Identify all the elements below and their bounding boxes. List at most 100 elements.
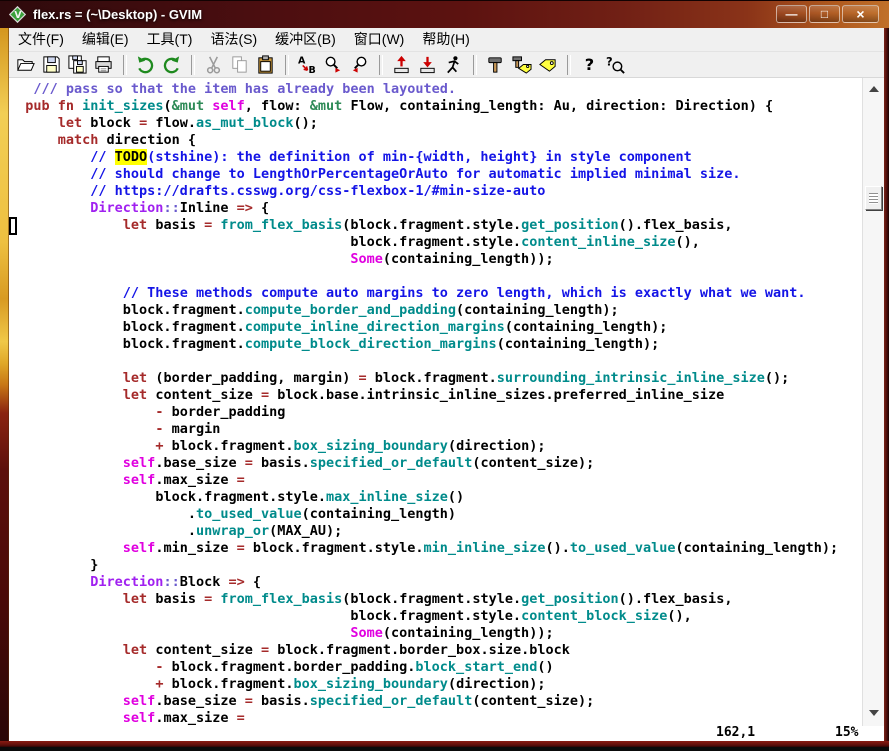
run-script-icon xyxy=(443,54,464,75)
text-editor[interactable]: /// pass so that the item has already be… xyxy=(9,78,884,726)
cut-icon xyxy=(203,54,224,75)
code-line: match direction { xyxy=(57,132,196,148)
save-all-icon xyxy=(67,54,88,75)
toolbar-separator xyxy=(567,54,571,75)
toolbar-separator xyxy=(285,54,289,75)
vim-logo-icon: V xyxy=(8,5,27,24)
make-icon xyxy=(485,54,506,75)
build-tags-button[interactable] xyxy=(510,53,534,77)
code-line: Some(containing_length)); xyxy=(350,625,554,641)
find-help-icon: ? xyxy=(605,54,626,75)
code-line: + block.fragment.box_sizing_boundary(dir… xyxy=(155,438,546,454)
code-line: self.max_size = xyxy=(122,472,245,488)
code-line: - block.fragment.border_padding.block_st… xyxy=(155,659,554,675)
command-line: 162,1 15% xyxy=(9,725,884,741)
help-icon: ? xyxy=(579,54,600,75)
code-line: block.fragment.style.max_inline_size() xyxy=(155,489,465,505)
load-session-icon xyxy=(391,54,412,75)
svg-text:?: ? xyxy=(606,54,613,68)
minimize-button[interactable]: — xyxy=(776,5,807,23)
paste-button[interactable] xyxy=(254,53,278,77)
code-line: .unwrap_or(MAX_AU); xyxy=(187,523,343,539)
svg-text:B: B xyxy=(308,65,315,75)
code-line: let basis = from_flex_basis(block.fragme… xyxy=(122,217,733,233)
window-controls: — □ × xyxy=(776,5,879,23)
code-area[interactable]: /// pass so that the item has already be… xyxy=(9,78,862,726)
copy-button[interactable] xyxy=(228,53,252,77)
code-line: // https://drafts.csswg.org/css-flexbox-… xyxy=(90,183,546,199)
code-line: self.max_size = xyxy=(122,710,245,726)
save-file-button[interactable] xyxy=(40,53,64,77)
find-help-button[interactable]: ? xyxy=(604,53,628,77)
help-button[interactable]: ? xyxy=(578,53,602,77)
find-next-button[interactable] xyxy=(322,53,346,77)
code-line: let block = flow.as_mut_block(); xyxy=(57,115,318,131)
svg-text:V: V xyxy=(14,10,22,21)
menu-item-tools[interactable]: 工具(T) xyxy=(138,28,202,51)
save-all-button[interactable] xyxy=(66,53,90,77)
code-line: + block.fragment.box_sizing_boundary(dir… xyxy=(155,676,546,692)
save-session-button[interactable] xyxy=(416,53,440,77)
find-prev-button[interactable] xyxy=(348,53,372,77)
redo-button[interactable] xyxy=(160,53,184,77)
menu-item-file[interactable]: 文件(F) xyxy=(9,28,73,51)
code-line: let (border_padding, margin) = block.fra… xyxy=(122,370,790,386)
menu-item-buffers[interactable]: 缓冲区(B) xyxy=(266,28,345,51)
find-prev-icon xyxy=(349,54,370,75)
menu-item-syntax[interactable]: 语法(S) xyxy=(201,28,266,51)
redo-icon xyxy=(161,54,182,75)
svg-text:A: A xyxy=(298,56,306,67)
menu-item-edit[interactable]: 编辑(E) xyxy=(73,28,138,51)
find-next-icon xyxy=(323,54,344,75)
toolbar-separator xyxy=(191,54,195,75)
toolbar-separator xyxy=(473,54,477,75)
window-title: flex.rs = (~\Desktop) - GVIM xyxy=(33,7,203,22)
code-line: self.min_size = block.fragment.style.min… xyxy=(122,540,839,556)
make-button[interactable] xyxy=(484,53,508,77)
load-session-button[interactable] xyxy=(390,53,414,77)
cut-button[interactable] xyxy=(202,53,226,77)
code-line: self.base_size = basis.specified_or_defa… xyxy=(122,455,595,471)
title-bar[interactable]: V flex.rs = (~\Desktop) - GVIM — □ × xyxy=(0,0,889,28)
run-script-button[interactable] xyxy=(442,53,466,77)
scrollbar-thumb[interactable] xyxy=(865,186,882,210)
code-line: // TODO(stshine): the definition of min-… xyxy=(90,149,692,165)
menu-item-window[interactable]: 窗口(W) xyxy=(345,28,414,51)
copy-icon xyxy=(229,54,250,75)
text-cursor xyxy=(9,217,17,235)
scroll-up-arrow-icon[interactable] xyxy=(869,86,879,92)
code-line: block.fragment.compute_border_and_paddin… xyxy=(122,302,619,318)
vertical-scrollbar[interactable] xyxy=(862,78,884,726)
window-border-left xyxy=(0,28,9,741)
maximize-button[interactable]: □ xyxy=(809,5,840,23)
scrollbar-grip-icon xyxy=(869,193,878,204)
code-line: Some(containing_length)); xyxy=(350,251,554,267)
menu-item-help[interactable]: 帮助(H) xyxy=(413,28,478,51)
code-line: // should change to LengthOrPercentageOr… xyxy=(90,166,741,182)
save-file-icon xyxy=(41,54,62,75)
print-button[interactable] xyxy=(92,53,116,77)
scroll-down-arrow-icon[interactable] xyxy=(869,710,879,716)
toolbar-separator xyxy=(123,54,127,75)
jump-to-tag-button[interactable] xyxy=(536,53,560,77)
close-button[interactable]: × xyxy=(842,5,879,23)
undo-button[interactable] xyxy=(134,53,158,77)
code-line: let content_size = block.fragment.border… xyxy=(122,642,570,658)
code-line: block.fragment.style.content_block_size(… xyxy=(350,608,692,624)
code-line: Direction::Block => { xyxy=(90,574,262,590)
code-line: let basis = from_flex_basis(block.fragme… xyxy=(122,591,733,607)
find-replace-button[interactable]: AB xyxy=(296,53,320,77)
code-line: .to_used_value(containing_length) xyxy=(187,506,457,522)
open-file-button[interactable] xyxy=(14,53,38,77)
code-line: /// pass so that the item has already be… xyxy=(33,81,457,97)
code-line: - margin xyxy=(155,421,221,437)
find-replace-icon: AB xyxy=(297,54,318,75)
ruler-scroll-percent: 15% xyxy=(835,725,859,740)
menu-bar: 文件(F) 编辑(E) 工具(T) 语法(S) 缓冲区(B) 窗口(W) 帮助(H) xyxy=(9,28,884,52)
jump-to-tag-icon xyxy=(537,54,558,75)
toolbar: A B?? xyxy=(9,52,884,78)
code-line: Direction::Inline => { xyxy=(90,200,270,216)
open-file-icon xyxy=(15,54,36,75)
code-line: pub fn init_sizes(&mut self, flow: &mut … xyxy=(25,98,774,114)
